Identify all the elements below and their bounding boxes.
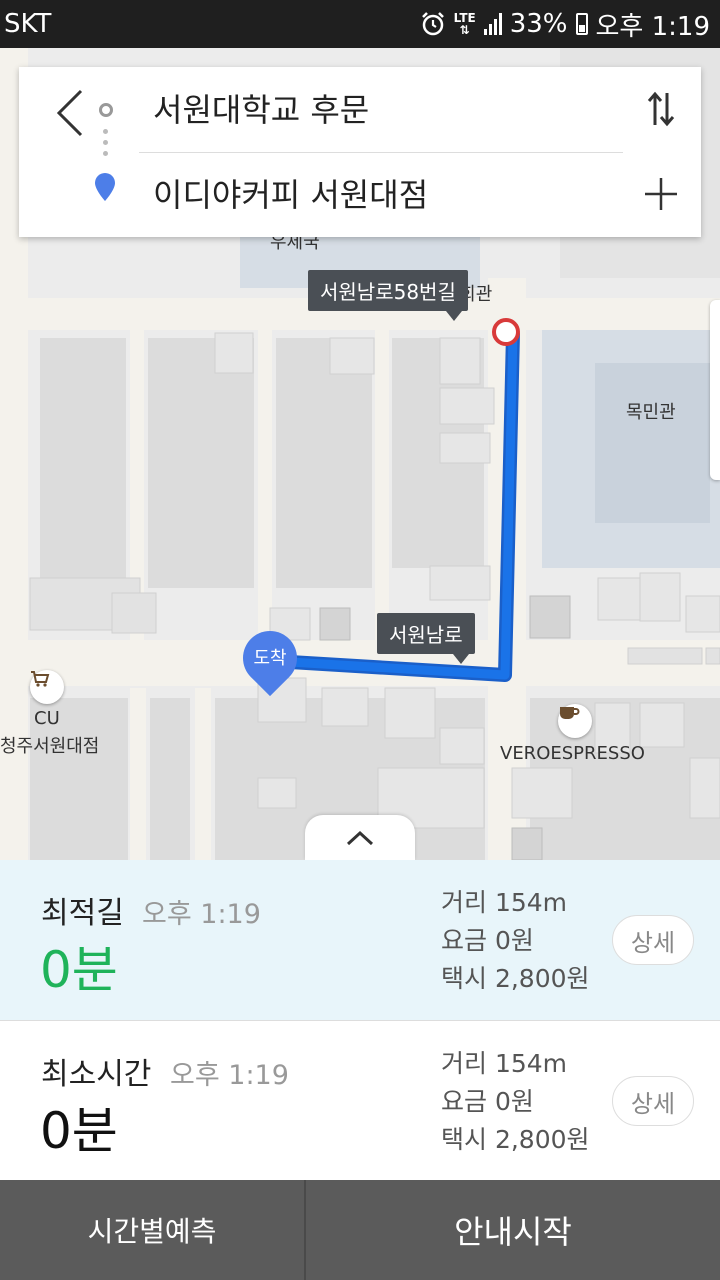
poi-cu-name: CU bbox=[34, 708, 60, 729]
route-search-card: 서원대학교 후문 이디야커피 서원대점 bbox=[19, 67, 701, 237]
route-arrival-time: 오후 1:19 bbox=[142, 899, 261, 930]
detail-button[interactable]: 상세 bbox=[612, 1076, 694, 1126]
status-icons: LTE ⇅ 33% 오후 1:19 bbox=[420, 6, 710, 43]
destination-pin-icon bbox=[95, 173, 115, 201]
carrier-label: SKT bbox=[4, 9, 52, 39]
route-distance: 거리 154m bbox=[441, 1049, 568, 1078]
bottom-action-bar: 시간별예측 안내시작 bbox=[0, 1180, 720, 1280]
start-navigation-button[interactable]: 안내시작 bbox=[306, 1180, 720, 1280]
poi-cafe-name: VEROESPRESSO bbox=[500, 743, 645, 764]
status-bar: SKT LTE ⇅ 33% 오후 1:19 bbox=[0, 0, 720, 48]
origin-dot-icon bbox=[99, 103, 113, 117]
detail-button[interactable]: 상세 bbox=[612, 915, 694, 965]
alarm-icon bbox=[420, 11, 446, 37]
map-side-handle[interactable] bbox=[710, 300, 720, 480]
cafe-icon[interactable] bbox=[558, 704, 592, 738]
swap-button[interactable] bbox=[639, 87, 683, 131]
route-info: 거리 154m 요금 0원 택시 2,800원 bbox=[441, 1045, 590, 1159]
route-taxi-fare: 택시 2,800원 bbox=[441, 1125, 590, 1154]
arrival-pin-label: 도착 bbox=[253, 648, 287, 669]
time-prediction-button[interactable]: 시간별예측 bbox=[0, 1180, 306, 1280]
road-label-58: 서원남로58번길 bbox=[308, 270, 468, 321]
route-option-optimal[interactable]: 최적길 오후 1:19 0분 거리 154m 요금 0원 택시 2,800원 상… bbox=[0, 860, 720, 1020]
card-divider bbox=[139, 152, 623, 153]
convenience-store-icon[interactable] bbox=[30, 670, 64, 704]
lte-icon: LTE ⇅ bbox=[453, 11, 476, 37]
back-arrow-icon bbox=[56, 89, 83, 137]
route-fare: 요금 0원 bbox=[441, 926, 534, 955]
route-arrival-time: 오후 1:19 bbox=[170, 1060, 289, 1091]
route-duration: 0분 bbox=[40, 1102, 118, 1160]
clock: 오후 1:19 bbox=[595, 11, 711, 42]
start-marker bbox=[492, 318, 520, 346]
place-mokmin-hall: 목민관 bbox=[626, 402, 676, 423]
route-taxi-fare: 택시 2,800원 bbox=[441, 964, 590, 993]
route-fare: 요금 0원 bbox=[441, 1087, 534, 1116]
expand-panel-button[interactable] bbox=[305, 815, 415, 860]
add-waypoint-button[interactable] bbox=[639, 172, 683, 216]
road-label-main: 서원남로 bbox=[377, 613, 475, 664]
swap-icon bbox=[647, 91, 675, 127]
back-button[interactable] bbox=[45, 83, 95, 143]
route-duration: 0분 bbox=[40, 941, 118, 999]
plus-icon bbox=[645, 178, 677, 210]
route-name: 최소시간 bbox=[41, 1057, 152, 1092]
route-name: 최적길 bbox=[41, 896, 124, 931]
arrival-pin[interactable]: 도착 bbox=[231, 619, 309, 701]
battery-icon bbox=[575, 13, 588, 35]
destination-field[interactable]: 이디야커피 서원대점 bbox=[153, 170, 428, 216]
battery-percent: 33% bbox=[509, 9, 568, 39]
route-distance: 거리 154m bbox=[441, 888, 568, 917]
route-info: 거리 154m 요금 0원 택시 2,800원 bbox=[441, 884, 590, 998]
route-dots bbox=[103, 129, 109, 162]
poi-cu-branch: 청주서원대점 bbox=[0, 736, 100, 757]
origin-field[interactable]: 서원대학교 후문 bbox=[153, 85, 369, 131]
chevron-up-icon bbox=[346, 830, 374, 845]
route-option-fastest[interactable]: 최소시간 오후 1:19 0분 거리 154m 요금 0원 택시 2,800원 … bbox=[0, 1020, 720, 1180]
signal-icon bbox=[483, 13, 502, 35]
